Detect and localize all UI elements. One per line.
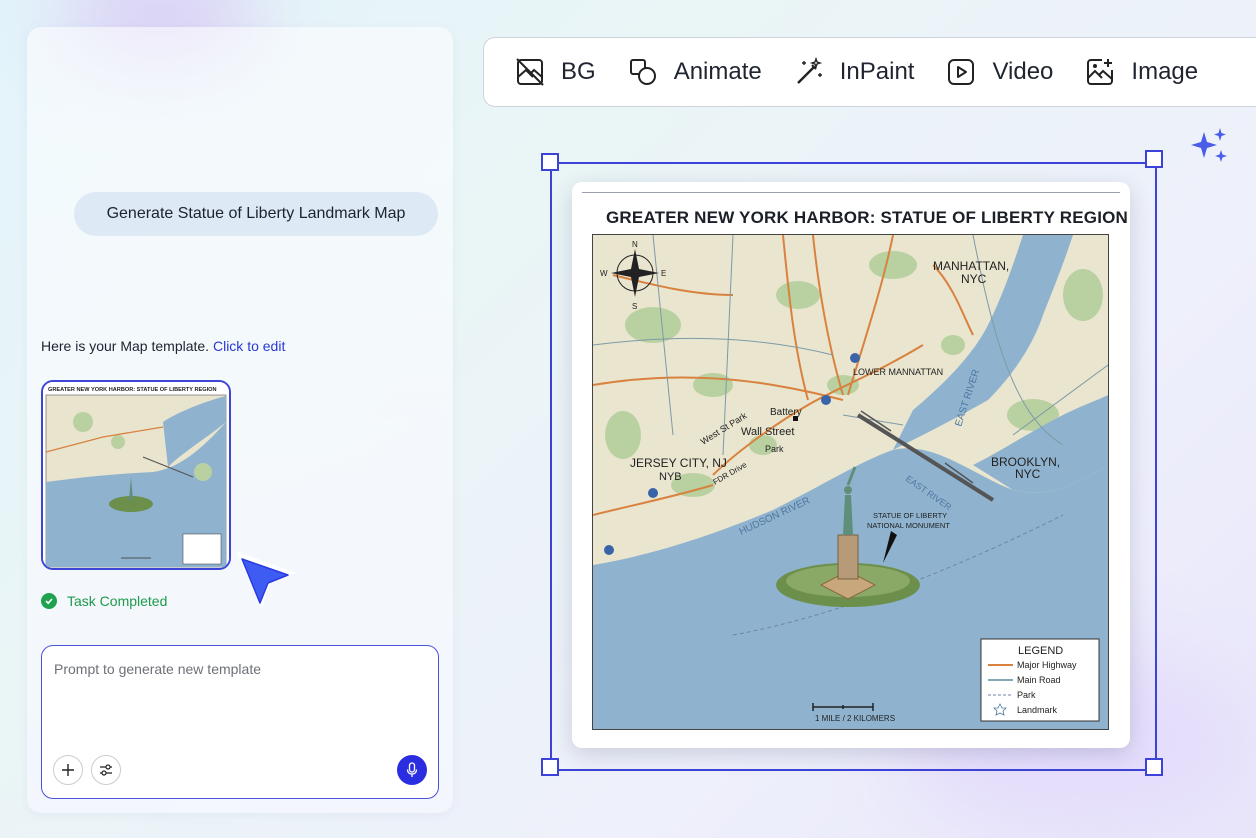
task-status-text: Task Completed bbox=[67, 593, 168, 609]
resize-handle-bottom-right[interactable] bbox=[1145, 758, 1163, 776]
editor-toolbar: BG Animate InPaint Video Image bbox=[483, 37, 1256, 107]
inpaint-tool-label: InPaint bbox=[839, 58, 915, 85]
image-add-icon bbox=[1087, 59, 1114, 85]
plus-icon bbox=[62, 764, 74, 776]
reply-text: Here is your Map template. bbox=[41, 338, 210, 354]
label-national-monument: NATIONAL MONUMENT bbox=[867, 521, 950, 530]
legend-landmark: Landmark bbox=[1017, 705, 1058, 715]
settings-button[interactable] bbox=[91, 755, 121, 785]
map-title: GREATER NEW YORK HARBOR: STATUE OF LIBER… bbox=[606, 208, 1129, 227]
legend-title: LEGEND bbox=[1018, 645, 1063, 657]
animate-tool-button[interactable]: Animate bbox=[628, 57, 762, 87]
pointer-cursor-icon bbox=[236, 551, 296, 609]
thumb-title: GREATER NEW YORK HARBOR: STATUE OF LIBER… bbox=[48, 387, 217, 393]
resize-handle-top-right[interactable] bbox=[1145, 150, 1163, 168]
compass-n: N bbox=[632, 240, 638, 249]
divider bbox=[582, 192, 1120, 193]
shapes-icon bbox=[629, 59, 656, 85]
label-wall-street: Wall Street bbox=[741, 426, 794, 438]
label-park: Park bbox=[765, 444, 784, 454]
sparkle-icon bbox=[1191, 128, 1227, 162]
task-status: Task Completed bbox=[41, 593, 167, 609]
sliders-icon bbox=[100, 764, 112, 776]
user-message-text: Generate Statue of Liberty Landmark Map bbox=[106, 205, 406, 222]
animate-tool-label: Animate bbox=[673, 58, 762, 85]
video-tool-button[interactable]: Video bbox=[946, 57, 1053, 87]
legend-major-highway: Major Highway bbox=[1017, 660, 1077, 670]
prompt-box bbox=[41, 645, 439, 799]
label-battery: Battery bbox=[770, 407, 802, 418]
label-jersey-nyb: NYB bbox=[659, 471, 682, 483]
resize-handle-bottom-left[interactable] bbox=[541, 758, 559, 776]
check-circle-icon bbox=[41, 593, 57, 609]
user-message-bubble: Generate Statue of Liberty Landmark Map bbox=[74, 192, 438, 236]
compass-s: S bbox=[632, 302, 637, 311]
legend-park: Park bbox=[1017, 690, 1036, 700]
scale-label: 1 MILE / 2 KILOMERS bbox=[815, 714, 895, 723]
map-card[interactable]: GREATER NEW YORK HARBOR: STATUE OF LIBER… bbox=[572, 182, 1130, 748]
add-button[interactable] bbox=[53, 755, 83, 785]
bg-tool-button[interactable]: BG bbox=[515, 57, 596, 87]
label-statue: STATUE OF LIBERTY bbox=[873, 511, 947, 520]
label-manhattan: MANHATTAN, bbox=[933, 259, 1009, 273]
inpaint-tool-button[interactable]: InPaint bbox=[794, 57, 915, 87]
label-lower-manhattan: LOWER MANNATTAN bbox=[853, 367, 943, 377]
label-brooklyn-nyc: NYC bbox=[1015, 467, 1041, 481]
label-manhattan-nyc: NYC bbox=[961, 272, 987, 286]
legend-main-road: Main Road bbox=[1017, 675, 1061, 685]
bg-tool-label: BG bbox=[561, 58, 596, 85]
click-to-edit-link[interactable]: Click to edit bbox=[213, 338, 285, 354]
map-image: N S E W MANHATTAN, NYC LOWER MANNATTAN B… bbox=[592, 234, 1109, 730]
microphone-icon bbox=[406, 762, 418, 777]
legend: LEGEND Major Highway Main Road Park Land… bbox=[980, 638, 1100, 722]
microphone-button[interactable] bbox=[397, 755, 427, 785]
assistant-reply: Here is your Map template. Click to edit bbox=[41, 338, 285, 354]
map-template-thumbnail[interactable]: GREATER NEW YORK HARBOR: STATUE OF LIBER… bbox=[41, 380, 231, 570]
image-tool-label: Image bbox=[1131, 58, 1199, 85]
play-icon bbox=[948, 59, 975, 85]
compass-w: W bbox=[600, 269, 608, 278]
video-tool-label: Video bbox=[992, 58, 1054, 85]
label-jersey-city: JERSEY CITY, NJ bbox=[630, 456, 727, 470]
magic-wand-icon bbox=[796, 57, 822, 84]
image-off-icon bbox=[516, 58, 544, 86]
prompt-input[interactable] bbox=[52, 660, 426, 678]
image-tool-button[interactable]: Image bbox=[1085, 57, 1198, 87]
resize-handle-top-left[interactable] bbox=[541, 153, 559, 171]
compass-e: E bbox=[661, 269, 666, 278]
